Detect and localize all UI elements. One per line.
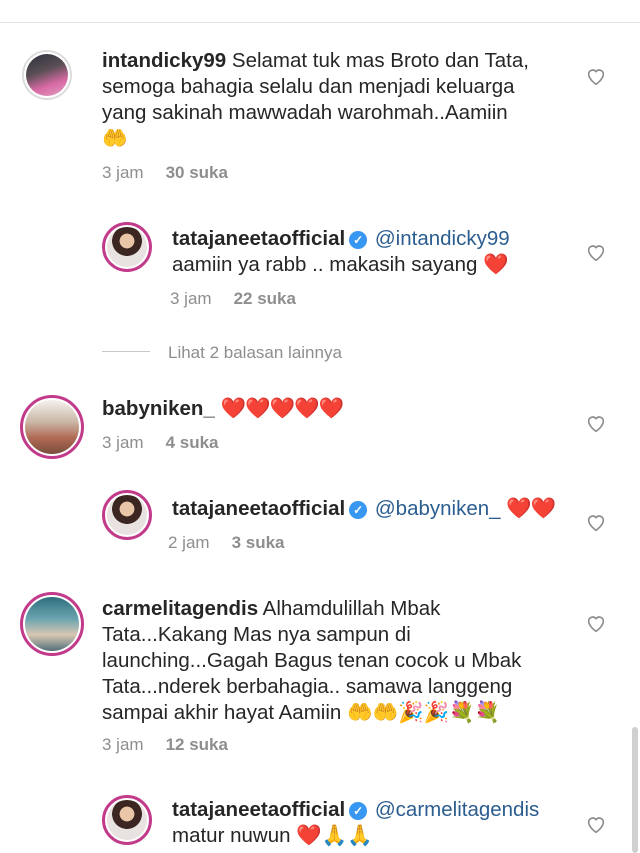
comment-username[interactable]: babyniken_ [102, 397, 215, 420]
reply-time: 2 jam [168, 533, 210, 552]
reply-likes[interactable]: 3 suka [232, 533, 285, 552]
reply-mention[interactable]: @carmelitagendis [375, 798, 539, 821]
reply-text: tatajaneetaofficial ✓ @babyniken_ ❤️❤️ [172, 496, 592, 522]
avatar[interactable] [20, 395, 84, 459]
reply-meta: 2 jam 3 suka [168, 533, 285, 553]
comment-body-line: Tata...nderek berbahagia.. samawa langge… [102, 675, 513, 698]
heart-outline-icon[interactable] [585, 241, 607, 263]
heart-outline-icon[interactable] [585, 813, 607, 835]
view-more-replies[interactable]: Lihat 2 balasan lainnya [102, 343, 402, 363]
comment-time: 3 jam [102, 433, 144, 452]
comment-meta: 3 jam 4 suka [102, 433, 219, 453]
comment-likes[interactable]: 30 suka [166, 163, 228, 182]
reply-meta: 3 jam 22 suka [170, 289, 296, 309]
comment-username[interactable]: intandicky99 [102, 49, 226, 72]
comment-body-line: Tata...Kakang Mas nya sampun di [102, 623, 411, 646]
heart-outline-icon[interactable] [585, 412, 607, 434]
comment-username[interactable]: carmelitagendis [102, 597, 258, 620]
reply-body: ❤️❤️ [506, 497, 556, 520]
avatar[interactable] [102, 490, 152, 540]
comment-body-line: semoga bahagia selalu dan menjadi keluar… [102, 75, 515, 98]
reply-mention[interactable]: @babyniken_ [375, 497, 501, 520]
avatar[interactable] [22, 50, 72, 100]
avatar[interactable] [102, 222, 152, 272]
reply-username[interactable]: tatajaneetaofficial [172, 227, 345, 250]
comment-meta: 3 jam 30 suka [102, 163, 228, 183]
comment-emoji: 🤲 [102, 127, 128, 150]
comment-likes[interactable]: 12 suka [166, 735, 228, 754]
reply-time: 3 jam [170, 289, 212, 308]
avatar[interactable] [20, 592, 84, 656]
comment-body-line: yang sakinah mawwadah warohmah..Aamiin [102, 101, 508, 124]
avatar[interactable] [102, 795, 152, 845]
heart-outline-icon[interactable] [585, 511, 607, 533]
comment-meta: 3 jam 12 suka [102, 735, 228, 755]
comment-body-line: launching...Gagah Bagus tenan cocok u Mb… [102, 649, 522, 672]
divider-line [102, 351, 150, 352]
verified-badge-icon: ✓ [349, 231, 368, 249]
comment-likes[interactable]: 4 suka [166, 433, 219, 452]
comment-time: 3 jam [102, 163, 144, 182]
comment-time: 3 jam [102, 735, 144, 754]
heart-outline-icon[interactable] [585, 612, 607, 634]
comment-text: babyniken_ ❤️❤️❤️❤️❤️ [102, 396, 592, 422]
view-more-label[interactable]: Lihat 2 balasan lainnya [168, 343, 342, 362]
comment-body-line: sampai akhir hayat Aamiin 🤲🤲🎉🎉💐💐 [102, 701, 501, 724]
verified-badge-icon: ✓ [349, 802, 368, 820]
reply-mention[interactable]: @intandicky99 [375, 227, 510, 250]
comment-body: ❤️❤️❤️❤️❤️ [220, 397, 345, 420]
heart-outline-icon[interactable] [585, 65, 607, 87]
reply-username[interactable]: tatajaneetaofficial [172, 497, 345, 520]
reply-body: aamiin ya rabb .. makasih sayang ❤️ [172, 253, 509, 276]
reply-username[interactable]: tatajaneetaofficial [172, 798, 345, 821]
comment-body: Alhamdulillah Mbak [262, 597, 441, 620]
comment-text: carmelitagendis Alhamdulillah Mbak Tata.… [102, 596, 602, 726]
reply-likes[interactable]: 22 suka [234, 289, 296, 308]
reply-text: tatajaneetaofficial ✓ @intandicky99 aamii… [172, 226, 592, 278]
reply-body: matur nuwun ❤️🙏🙏 [172, 824, 373, 847]
verified-badge-icon: ✓ [349, 501, 368, 519]
reply-text: tatajaneetaofficial ✓ @carmelitagendis ma… [172, 797, 592, 849]
scrollbar[interactable] [632, 727, 638, 853]
top-bar [0, 0, 640, 23]
comment-text: intandicky99 Selamat tuk mas Broto dan T… [102, 48, 592, 152]
comment-body: Selamat tuk mas Broto dan Tata, [231, 49, 529, 72]
